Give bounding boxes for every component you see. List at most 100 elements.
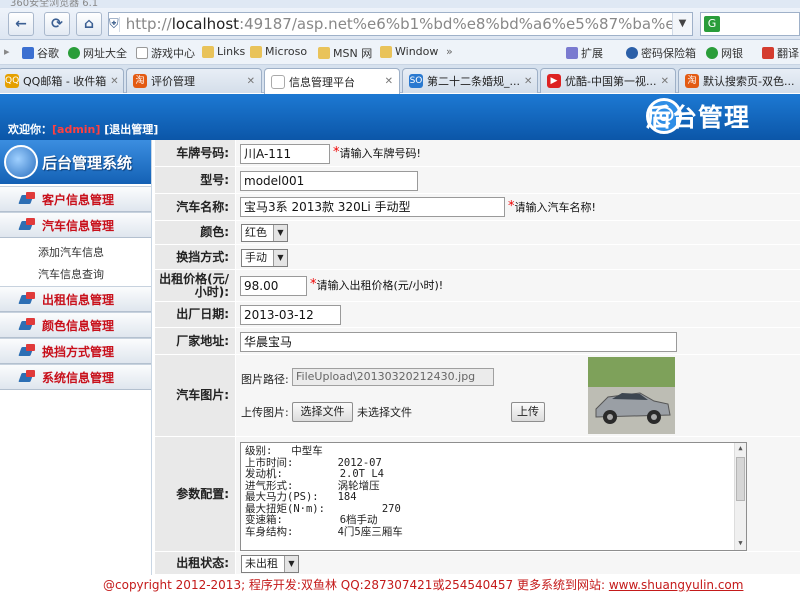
copyright-text: @copyright 2012-2013; 程序开发:双鱼林 QQ:287307… — [103, 578, 609, 592]
price-hint: *请输入出租价格(元/小时)! — [310, 277, 444, 292]
name-label: 汽车名称: — [155, 194, 235, 220]
tab-qqmail[interactable]: QQ QQ邮箱 - 收件箱 ✕ — [0, 68, 124, 93]
row-plate: 车牌号码: 川A-111 *请输入车牌号码! — [155, 140, 800, 167]
bookmark-item[interactable]: Window — [380, 45, 438, 58]
sidebar-logo: 后台管理系统 — [0, 140, 151, 184]
bookmark-item[interactable]: 游戏中心 — [136, 45, 195, 61]
home-icon[interactable]: ⌂ — [76, 12, 102, 36]
bookmark-item[interactable]: 谷歌 — [22, 45, 59, 61]
address-input[interactable]: 华晨宝马 — [240, 332, 677, 352]
sidebar-subitem-query-car[interactable]: 汽车信息查询 — [0, 264, 151, 286]
back-icon[interactable]: ← — [8, 12, 34, 36]
sidebar-item-rental[interactable]: 出租信息管理 — [0, 286, 151, 312]
folder-icon — [380, 45, 392, 58]
sidebar-item-color[interactable]: 颜色信息管理 — [0, 312, 151, 338]
bookmark-item[interactable]: MSN 网 — [318, 45, 372, 61]
password-vault-button[interactable]: 密码保险箱 — [626, 45, 696, 61]
status-label: 出租状态: — [155, 552, 235, 574]
sidebar-item-car[interactable]: 汽车信息管理 — [0, 212, 151, 238]
car-edit-form: 车牌号码: 川A-111 *请输入车牌号码! 型号: model001 汽车名称… — [155, 140, 800, 575]
config-scrollbar[interactable]: ▲ ▼ — [734, 443, 746, 550]
folder-icon — [250, 45, 262, 58]
image-path-field: FileUpload\20130320212430.jpg — [292, 368, 494, 386]
brand-logo: @ 后台管理 — [646, 98, 749, 134]
close-tab-icon[interactable]: ✕ — [657, 76, 669, 87]
date-input[interactable]: 2013-03-12 — [240, 305, 341, 325]
close-tab-icon[interactable]: ✕ — [243, 76, 255, 87]
folder-icon — [20, 218, 36, 232]
car-image — [588, 357, 675, 434]
translate-icon — [762, 47, 774, 59]
bookmark-item[interactable]: Links — [202, 45, 245, 58]
online-banking-button[interactable]: 网银 — [706, 45, 743, 61]
grid-icon — [566, 47, 578, 59]
tab-youku[interactable]: ▶ 优酷-中国第一视... ✕ — [540, 68, 676, 93]
model-label: 型号: — [155, 167, 235, 193]
sidebar-item-shift[interactable]: 换挡方式管理 — [0, 338, 151, 364]
address-dropdown-icon[interactable]: ▼ — [672, 13, 692, 35]
navigation-bar: ← ⟳ ⌂ ⛨ http://localhost:49187/asp.net%e… — [0, 8, 800, 40]
upload-button[interactable]: 上传 — [511, 402, 545, 422]
page-icon — [136, 47, 148, 59]
status-select[interactable]: 未出租 ▼ — [241, 555, 299, 573]
translate-button[interactable]: 翻译 — [762, 45, 799, 61]
tab-info-platform[interactable]: 信息管理平台 ✕ — [264, 68, 400, 94]
close-tab-icon[interactable]: ✕ — [520, 76, 532, 87]
shift-select[interactable]: 手动 ▼ — [241, 249, 288, 267]
price-label: 出租价格(元/小时): — [155, 270, 235, 301]
date-label: 出厂日期: — [155, 302, 235, 327]
plate-input[interactable]: 川A-111 — [240, 144, 330, 164]
sidebar-item-system[interactable]: 系统信息管理 — [0, 364, 151, 390]
so-icon: SO — [409, 74, 423, 88]
bookmark-item[interactable]: 网址大全 — [68, 45, 127, 61]
shield-icon — [706, 47, 718, 59]
color-select[interactable]: 红色 ▼ — [241, 224, 288, 242]
tab-so[interactable]: SO 第二十二条婚规_... ✕ — [402, 68, 538, 93]
folder-icon — [20, 292, 36, 306]
url-text: http://localhost:49187/asp.net%e6%b1%bd%… — [125, 15, 692, 33]
name-input[interactable]: 宝马3系 2013款 320Li 手动型 — [240, 197, 505, 217]
website-link[interactable]: www.shuangyulin.com — [609, 578, 744, 592]
row-status: 出租状态: 未出租 ▼ — [155, 552, 800, 575]
globe-icon — [4, 145, 38, 179]
scroll-down-icon[interactable]: ▼ — [735, 538, 746, 550]
folder-icon — [20, 370, 36, 384]
row-model: 型号: model001 — [155, 167, 800, 194]
choose-file-button[interactable]: 选择文件 — [292, 402, 353, 422]
footer: @copyright 2012-2013; 程序开发:双鱼林 QQ:287307… — [0, 575, 800, 595]
row-address: 厂家地址: 华晨宝马 — [155, 328, 800, 355]
shield-icon: ⛨ — [109, 16, 120, 32]
row-date: 出厂日期: 2013-03-12 — [155, 302, 800, 328]
sidebar-subitem-add-car[interactable]: 添加汽车信息 — [0, 242, 151, 264]
model-input[interactable]: model001 — [240, 171, 418, 191]
scroll-thumb[interactable] — [736, 457, 745, 501]
scroll-up-icon[interactable]: ▲ — [735, 443, 746, 455]
close-tab-icon[interactable]: ✕ — [381, 76, 393, 87]
sidebar-item-customer[interactable]: 客户信息管理 — [0, 186, 151, 212]
chevron-down-icon: ▼ — [284, 556, 298, 572]
row-image: 汽车图片: 图片路径: FileUpload\20130320212430.jp… — [155, 355, 800, 437]
car-photo-icon — [588, 357, 675, 434]
logout-link[interactable]: [退出管理] — [104, 123, 158, 136]
price-input[interactable]: 98.00 — [240, 276, 307, 296]
address-bar[interactable]: ⛨ http://localhost:49187/asp.net%e6%b1%b… — [108, 12, 693, 36]
config-textarea[interactable]: 级别: 中型车 上市时间: 2012-07 发动机: 2.0T L4 进气形式:… — [240, 442, 747, 551]
more-bookmarks-icon[interactable]: » — [446, 45, 453, 58]
search-engine-icon: G — [704, 16, 720, 32]
tab-review[interactable]: 淘 评价管理 ✕ — [126, 68, 262, 93]
refresh-icon[interactable]: ⟳ — [44, 12, 70, 36]
search-box[interactable]: G — [700, 12, 800, 36]
close-tab-icon[interactable]: ✕ — [106, 76, 118, 87]
page-icon — [271, 74, 285, 89]
plate-label: 车牌号码: — [155, 140, 235, 166]
sidebar: 后台管理系统 客户信息管理 汽车信息管理 添加汽车信息 汽车信息查询 出租信息管… — [0, 140, 152, 595]
name-hint: *请输入汽车名称! — [508, 199, 596, 214]
play-icon: ▶ — [547, 74, 561, 88]
brand-text: 后台管理 — [646, 103, 751, 132]
tab-search[interactable]: 淘 默认搜索页-双色... — [678, 68, 800, 93]
chevron-down-icon: ▼ — [273, 225, 287, 241]
plate-hint: *请输入车牌号码! — [333, 145, 421, 160]
taobao-icon: 淘 — [133, 74, 147, 88]
extensions-button[interactable]: 扩展 — [566, 45, 603, 61]
bookmark-item[interactable]: Microso — [250, 45, 307, 58]
